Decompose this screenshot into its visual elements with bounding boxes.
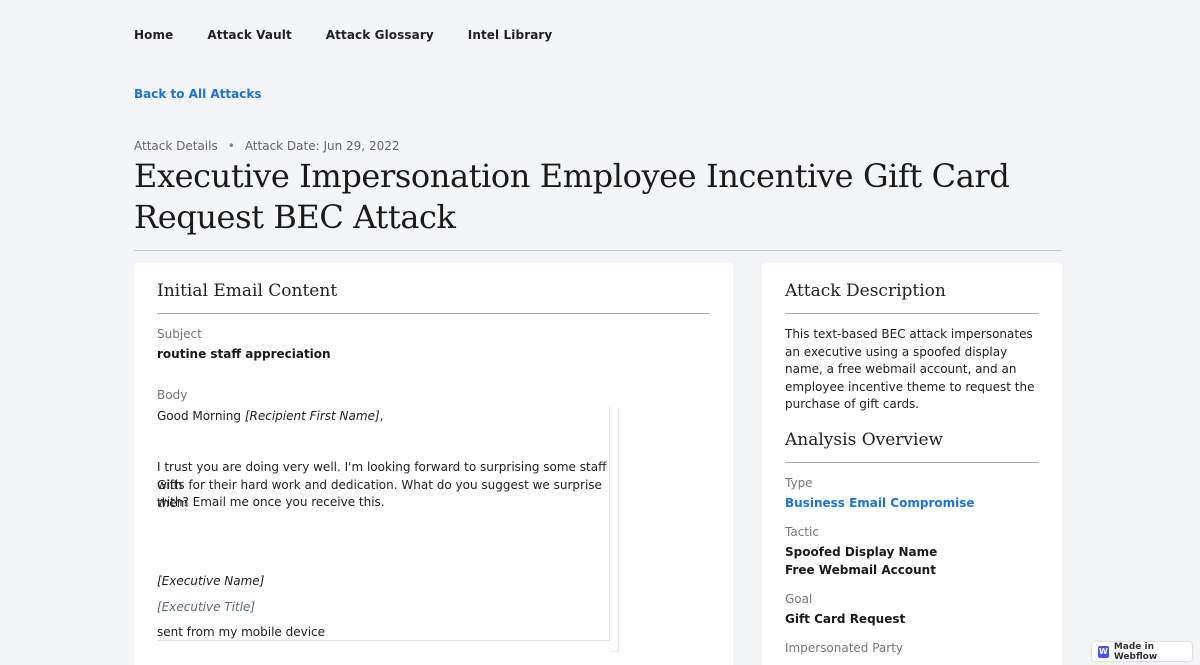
greeting-suffix: ,	[379, 409, 384, 423]
email-body-line-3: with? Email me once you receive this.	[157, 495, 385, 509]
attack-info-card: Attack Description This text-based BEC a…	[762, 263, 1062, 665]
made-in-webflow-badge[interactable]: W Made in Webflow	[1092, 641, 1192, 662]
goal-value: Gift Card Request	[785, 612, 906, 626]
overview-divider	[785, 462, 1039, 463]
meta-date: Attack Date: Jun 29, 2022	[244, 139, 400, 153]
impersonated-party-label: Impersonated Party	[785, 641, 904, 655]
main-nav: Home Attack Vault Attack Glossary Intel …	[134, 28, 552, 42]
nav-item-attack-vault[interactable]: Attack Vault	[207, 28, 291, 42]
email-content-card: Initial Email Content Subject routine st…	[134, 263, 733, 665]
webflow-icon: W	[1098, 645, 1109, 658]
recipient-placeholder: [Recipient First Name]	[244, 409, 380, 423]
meta-separator: •	[227, 139, 235, 153]
signature-footer: sent from my mobile device	[157, 625, 326, 639]
description-divider	[785, 313, 1039, 314]
subject-label: Subject	[157, 327, 202, 341]
badge-label: Made in Webflow	[1113, 641, 1158, 662]
email-greeting: Good Morning [Recipient First Name],	[157, 407, 383, 425]
type-label: Type	[785, 476, 813, 490]
body-label: Body	[157, 388, 188, 402]
goal-label: Goal	[785, 592, 813, 606]
back-to-all-attacks-link[interactable]: Back to All Attacks	[134, 87, 261, 101]
tactic-value-1: Spoofed Display Name	[785, 545, 938, 559]
email-body-box: Good Morning [Recipient First Name], I t…	[157, 407, 619, 652]
overview-heading: Analysis Overview	[785, 430, 944, 450]
attack-meta: Attack Details • Attack Date: Jun 29, 20…	[134, 139, 399, 153]
tactic-value-2: Free Webmail Account	[785, 563, 936, 577]
greeting-prefix: Good Morning	[157, 409, 245, 423]
nav-item-attack-glossary[interactable]: Attack Glossary	[326, 28, 434, 42]
description-text: This text-based BEC attack impersonates …	[785, 327, 1035, 411]
signature-name-text: [Executive Name]	[157, 574, 265, 588]
description-heading: Attack Description	[785, 281, 946, 301]
nav-item-home[interactable]: Home	[134, 28, 173, 42]
signature-name: [Executive Name]	[157, 572, 264, 590]
email-card-divider	[157, 313, 710, 314]
nav-item-intel-library[interactable]: Intel Library	[468, 28, 553, 42]
subject-value: routine staff appreciation	[157, 347, 331, 361]
signature-title: [Executive Title]	[157, 600, 256, 614]
email-card-heading: Initial Email Content	[157, 281, 338, 301]
meta-section: Attack Details	[134, 139, 218, 153]
page-title: Executive Impersonation Employee Incenti…	[134, 157, 1010, 236]
type-value-link[interactable]: Business Email Compromise	[785, 496, 975, 510]
tactic-label: Tactic	[785, 525, 819, 539]
title-divider	[134, 250, 1062, 251]
